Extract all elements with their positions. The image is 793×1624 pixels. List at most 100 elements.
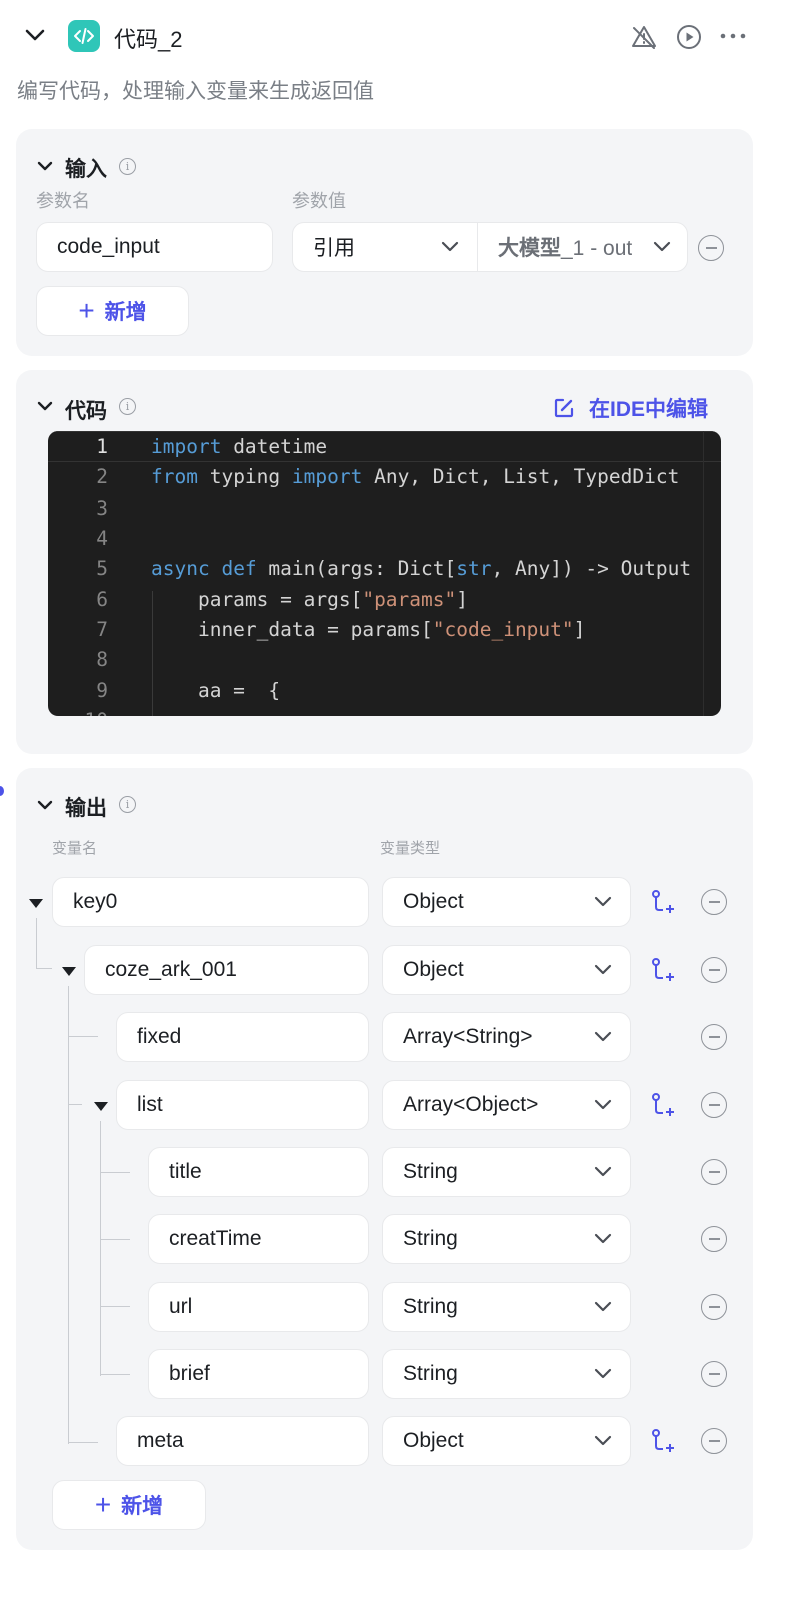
remove-output-icon[interactable] [701, 957, 727, 983]
var-type-value: Array<String> [403, 1025, 533, 1048]
line-number: 3 [96, 497, 108, 520]
remove-output-icon[interactable] [701, 1294, 727, 1320]
var-type-select[interactable]: Object [382, 1416, 631, 1466]
output-port-dot[interactable] [0, 786, 4, 796]
line-number: 10 [48, 709, 108, 716]
code-scrollbar[interactable] [703, 431, 721, 716]
tree-connector [100, 1239, 130, 1240]
var-type-select[interactable]: Object [382, 877, 631, 927]
ref-node-select[interactable]: 大模型_1 - out [477, 222, 688, 272]
var-type-value: String [403, 1227, 458, 1250]
var-type-select[interactable]: String [382, 1282, 631, 1332]
expand-triangle-icon[interactable] [62, 967, 76, 976]
var-name-input[interactable]: fixed [116, 1012, 369, 1062]
input-info-icon[interactable]: i [119, 158, 136, 175]
node-description[interactable]: 编写代码，处理输入变量来生成返回值 [17, 75, 374, 105]
add-child-icon[interactable] [650, 889, 676, 915]
code-node-icon [68, 20, 100, 52]
tree-connector [36, 968, 52, 969]
indent-guide [152, 591, 153, 716]
output-title: 输出 [65, 797, 107, 820]
var-type-value: Object [403, 890, 464, 913]
var-name-input[interactable]: key0 [52, 877, 369, 927]
edit-in-ide-label: 在IDE中编辑 [589, 398, 709, 421]
var-type-value: String [403, 1160, 458, 1183]
plus-icon: + [94, 1489, 112, 1520]
var-type-select[interactable]: String [382, 1147, 631, 1197]
remove-output-icon[interactable] [701, 1361, 727, 1387]
var-name-input[interactable]: coze_ark_001 [84, 945, 369, 995]
code-line: inner_data = params["code_input"] [151, 618, 586, 641]
line-number: 4 [96, 527, 108, 550]
tree-connector [68, 986, 69, 1444]
var-name-input[interactable]: creatTime [148, 1214, 369, 1264]
line-number: 2 [96, 465, 108, 488]
remove-output-icon[interactable] [701, 1428, 727, 1454]
tree-connector [100, 1172, 130, 1173]
ref-type-select[interactable]: 引用 [292, 222, 478, 272]
chevron-down-icon [594, 964, 612, 975]
add-input-label: 新增 [104, 301, 147, 324]
node-header: 代码_2 [0, 0, 793, 75]
chevron-down-icon [594, 1435, 612, 1446]
add-input-button[interactable]: + 新增 [36, 286, 189, 336]
add-output-button[interactable]: + 新增 [52, 1480, 206, 1530]
line-number: 6 [96, 588, 108, 611]
remove-output-icon[interactable] [701, 1226, 727, 1252]
var-name-input[interactable]: meta [116, 1416, 369, 1466]
add-child-icon[interactable] [650, 1428, 676, 1454]
expand-triangle-icon[interactable] [94, 1102, 108, 1111]
line-number: 8 [96, 648, 108, 671]
var-type-value: Object [403, 958, 464, 981]
output-info-icon[interactable]: i [119, 796, 136, 813]
tree-connector [68, 1104, 82, 1105]
tree-connector [100, 1306, 130, 1307]
var-type-select[interactable]: Array<String> [382, 1012, 631, 1062]
code-editor[interactable]: 1 2 3 4 5 6 7 8 9 10 import datetime fro… [48, 431, 721, 716]
var-type-header: 变量类型 [380, 840, 441, 857]
edit-in-ide-button[interactable]: 在IDE中编辑 [553, 393, 708, 423]
add-child-icon[interactable] [650, 1092, 676, 1118]
output-collapse-icon[interactable] [36, 799, 54, 811]
var-name-input[interactable]: brief [148, 1349, 369, 1399]
code-line: import datetime [151, 435, 328, 458]
line-number: 9 [96, 679, 108, 702]
tree-connector [100, 1121, 101, 1376]
collapse-chevron-icon[interactable] [24, 27, 46, 43]
var-type-select[interactable]: Object [382, 945, 631, 995]
alert-off-icon[interactable] [630, 23, 658, 51]
input-panel: 输入 i 参数名 参数值 code_input 引用 大模型_1 - out +… [16, 129, 753, 356]
var-name-input[interactable]: url [148, 1282, 369, 1332]
line-number: 7 [96, 618, 108, 641]
input-title: 输入 [65, 158, 107, 181]
var-type-value: Array<Object> [403, 1093, 539, 1116]
remove-output-icon[interactable] [701, 1092, 727, 1118]
add-child-icon[interactable] [650, 957, 676, 983]
var-name-input[interactable]: list [116, 1080, 369, 1130]
edit-icon [554, 398, 574, 418]
more-menu-icon[interactable] [719, 30, 747, 42]
ref-type-value: 引用 [313, 237, 355, 260]
var-name-input[interactable]: title [148, 1147, 369, 1197]
node-title[interactable]: 代码_2 [114, 22, 182, 54]
expand-triangle-icon[interactable] [29, 899, 43, 908]
run-play-icon[interactable] [675, 23, 703, 51]
var-type-select[interactable]: String [382, 1214, 631, 1264]
input-collapse-icon[interactable] [36, 160, 54, 172]
code-line: from typing import Any, Dict, List, Type… [151, 465, 680, 488]
output-panel: 输出 i 变量名 变量类型 key0 Object coze_ark_001 O… [16, 768, 753, 1550]
remove-output-icon[interactable] [701, 889, 727, 915]
chevron-down-icon [594, 1031, 612, 1042]
code-info-icon[interactable]: i [119, 398, 136, 415]
code-line: params = args["params"] [151, 588, 468, 611]
remove-output-icon[interactable] [701, 1024, 727, 1050]
var-type-select[interactable]: Array<Object> [382, 1080, 631, 1130]
remove-input-icon[interactable] [698, 235, 724, 261]
var-type-select[interactable]: String [382, 1349, 631, 1399]
code-collapse-icon[interactable] [36, 400, 54, 412]
param-name-input[interactable]: code_input [36, 222, 273, 272]
chevron-down-icon [594, 1301, 612, 1312]
chevron-down-icon [594, 1166, 612, 1177]
remove-output-icon[interactable] [701, 1159, 727, 1185]
tree-connector [68, 1036, 98, 1037]
